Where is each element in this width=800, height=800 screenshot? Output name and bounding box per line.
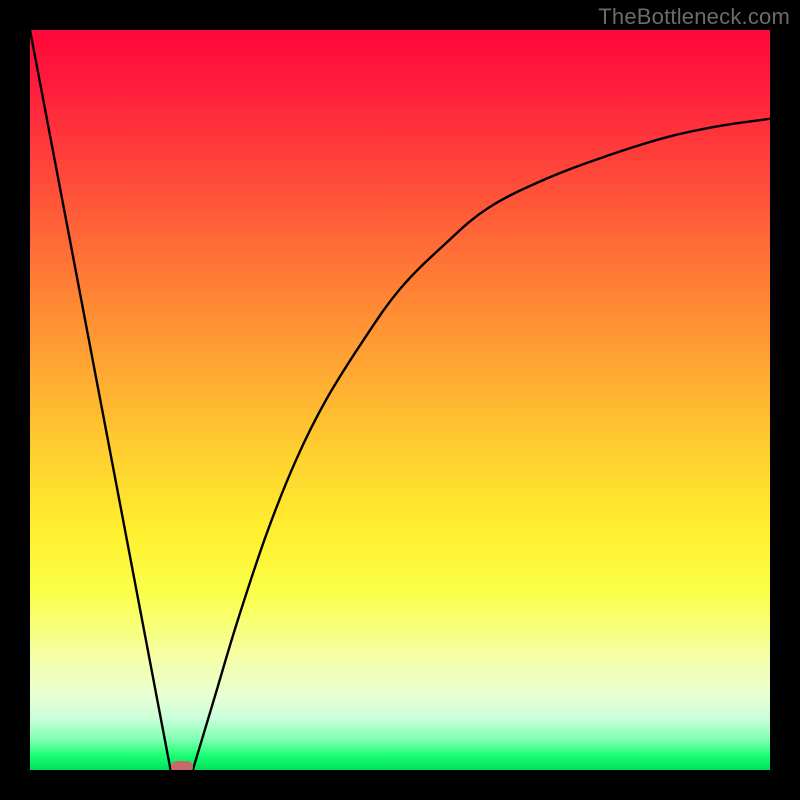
curve-left-branch (30, 30, 171, 770)
curve-right-branch (193, 119, 770, 770)
minimum-marker (171, 761, 193, 770)
bottleneck-curve (30, 30, 770, 770)
chart-frame: TheBottleneck.com (0, 0, 800, 800)
plot-area (30, 30, 770, 770)
watermark-text: TheBottleneck.com (598, 4, 790, 30)
